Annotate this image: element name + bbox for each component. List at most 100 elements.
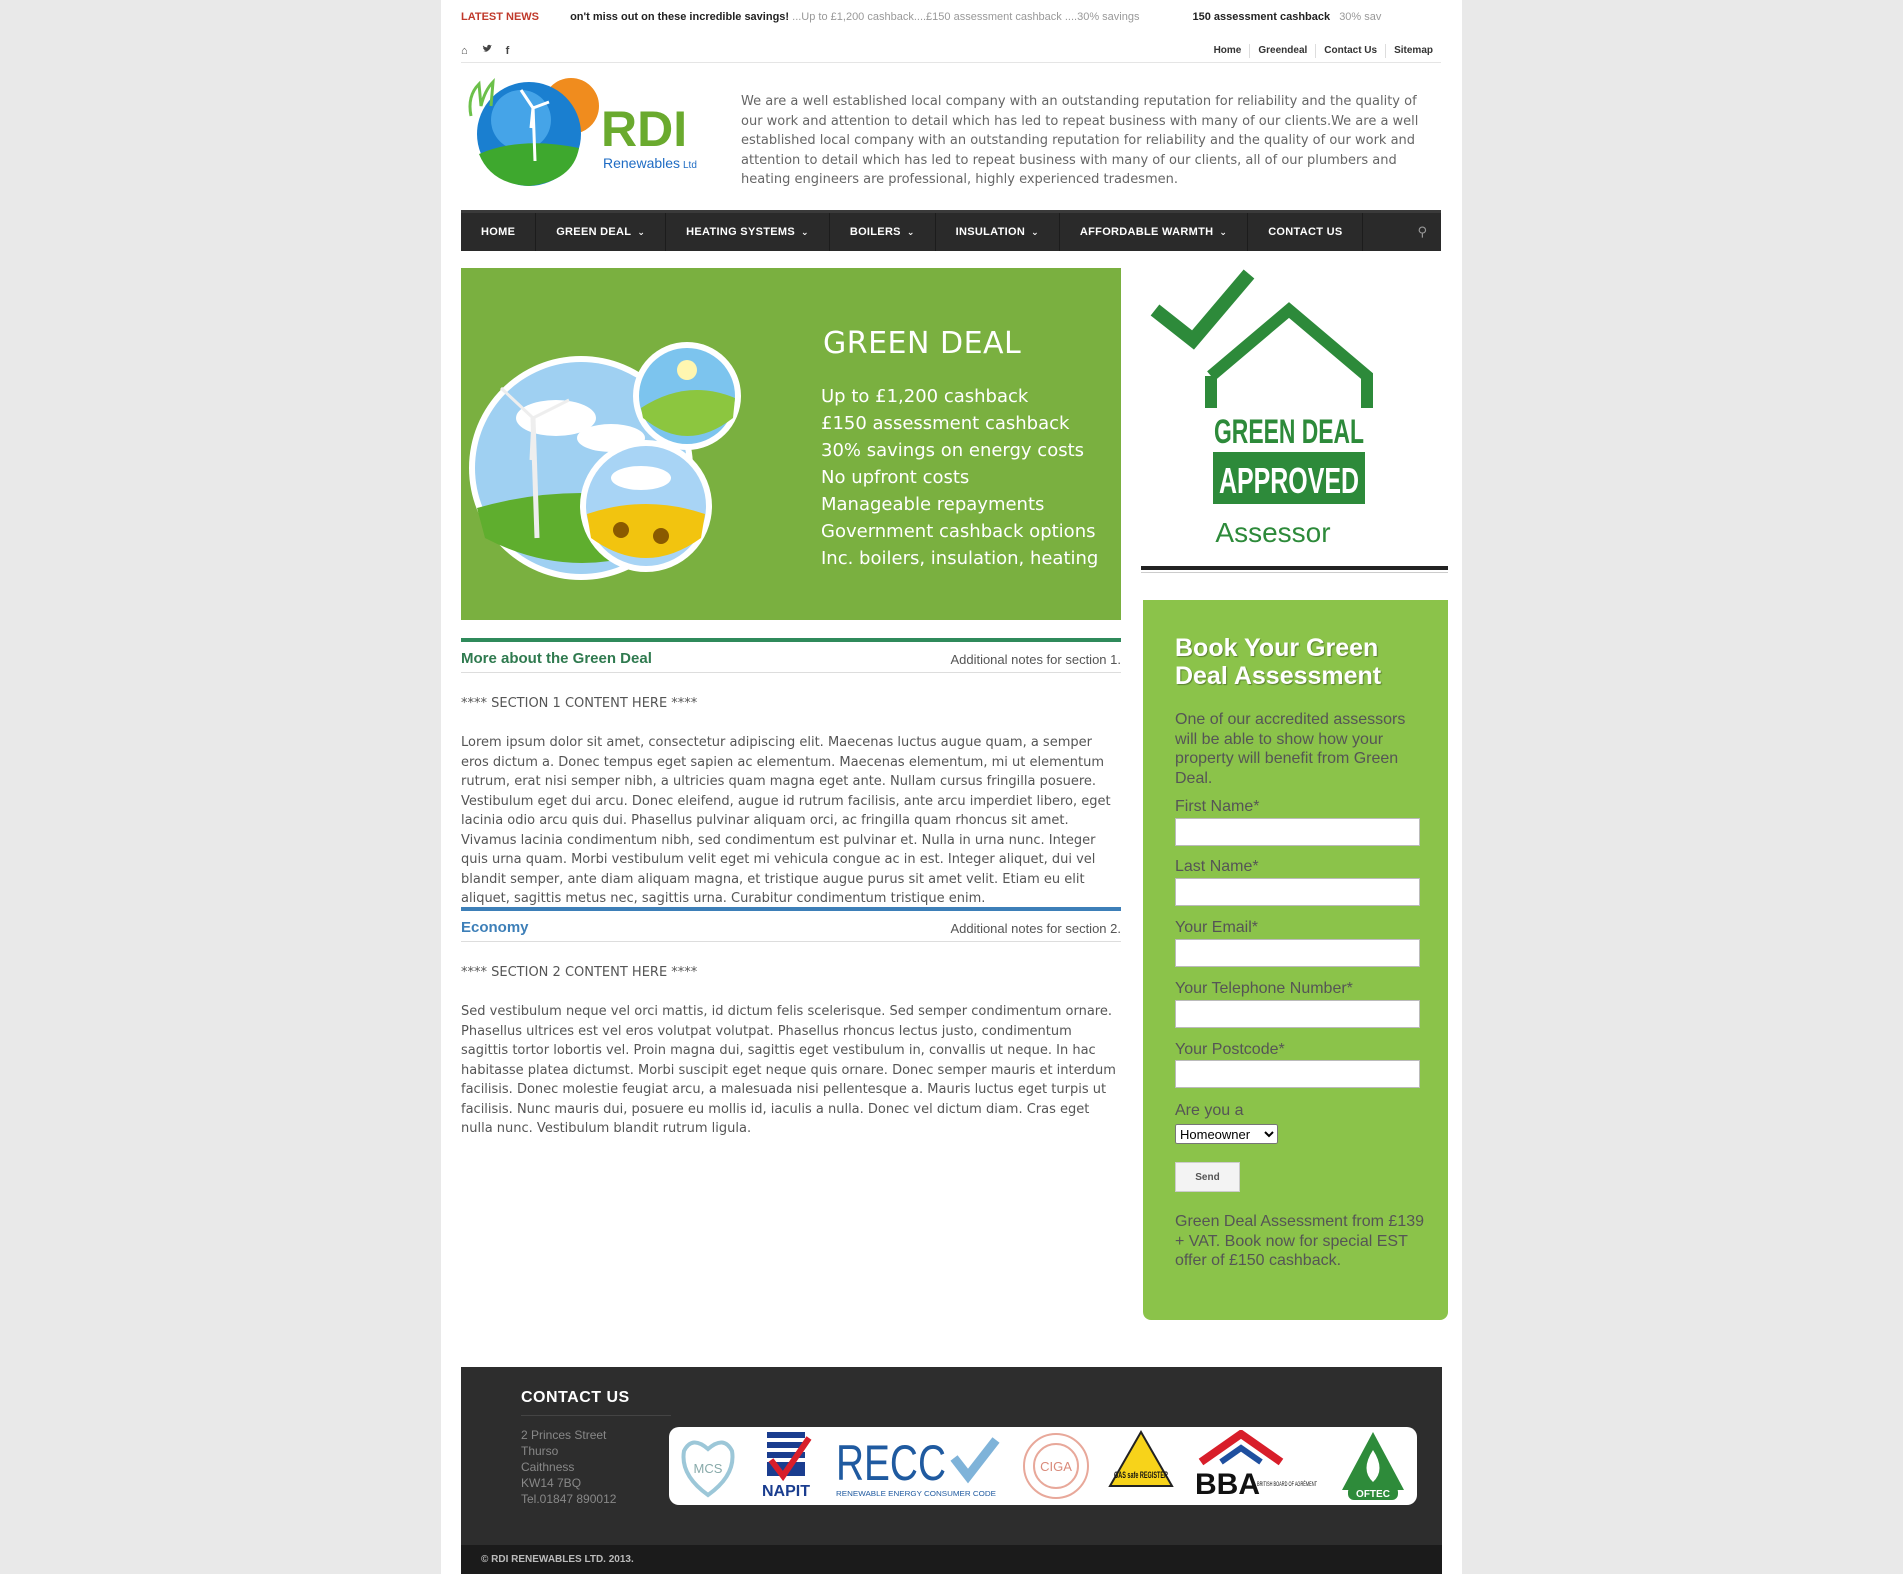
section-header: Economy Additional notes for section 2. bbox=[461, 907, 1121, 942]
form-title: Book Your Green Deal Assessment bbox=[1175, 634, 1382, 690]
first-name-field[interactable] bbox=[1175, 818, 1420, 846]
site-logo[interactable]: RDI Renewables Ltd bbox=[461, 76, 731, 194]
section-header: More about the Green Deal Additional not… bbox=[461, 638, 1121, 673]
section-note: Additional notes for section 2. bbox=[950, 921, 1121, 936]
nav-item-green-deal[interactable]: GREEN DEAL ⌄ bbox=[536, 213, 667, 251]
section-placeholder: **** SECTION 2 CONTENT HERE **** bbox=[461, 965, 698, 980]
oftec-logo: OFTEC bbox=[1342, 1432, 1405, 1500]
ticker-item-rest: 30% sav bbox=[1339, 11, 1382, 23]
footer-title: CONTACT US bbox=[521, 1389, 630, 1406]
chevron-down-icon: ⌄ bbox=[906, 227, 915, 237]
intro-text: We are a well established local company … bbox=[741, 94, 1419, 187]
page: LATEST NEWS on't miss out on these incre… bbox=[441, 0, 1462, 1574]
svg-text:GAS safe REGISTER: GAS safe REGISTER bbox=[1114, 1470, 1168, 1480]
booking-form: Book Your Green Deal Assessment One of o… bbox=[1143, 600, 1448, 1320]
chevron-down-icon: ⌄ bbox=[1219, 227, 1228, 237]
toplink-contact[interactable]: Contact Us bbox=[1315, 44, 1385, 58]
telephone-field[interactable] bbox=[1175, 1000, 1420, 1028]
green-deal-approved-badge: GREEN DEAL APPROVED Assessor bbox=[1141, 268, 1441, 558]
divider bbox=[1141, 566, 1448, 570]
email-field[interactable] bbox=[1175, 939, 1420, 967]
banner-points: Up to £1,200 cashback £150 assessment ca… bbox=[821, 383, 1098, 572]
send-button[interactable]: Send bbox=[1175, 1162, 1240, 1192]
footer-address: 2 Princes Street Thurso Caithness KW14 7… bbox=[521, 1427, 616, 1507]
logo-globe-icon: RDI Renewables Ltd bbox=[468, 78, 697, 186]
section-title: More about the Green Deal bbox=[461, 650, 652, 667]
last-name-field[interactable] bbox=[1175, 878, 1420, 906]
twitter-icon[interactable] bbox=[482, 44, 492, 58]
first-name-label: First Name* bbox=[1175, 798, 1260, 815]
nav-item-boilers[interactable]: BOILERS ⌄ bbox=[830, 213, 936, 251]
toplink-sitemap[interactable]: Sitemap bbox=[1385, 44, 1441, 58]
form-footer-text: Green Deal Assessment from £139 + VAT. B… bbox=[1175, 1213, 1425, 1269]
email-label: Your Email* bbox=[1175, 919, 1259, 936]
postcode-label: Your Postcode* bbox=[1175, 1041, 1285, 1058]
address-line: Tel.01847 890012 bbox=[521, 1492, 617, 1506]
copyright-text: © RDI RENEWABLES LTD. 2013. bbox=[481, 1554, 634, 1565]
svg-text:Renewables: Renewables bbox=[603, 155, 680, 171]
address-line: KW14 7BQ bbox=[521, 1476, 582, 1490]
address-line: Caithness bbox=[521, 1460, 575, 1474]
banner-point: £150 assessment cashback bbox=[821, 413, 1070, 434]
main-nav: HOME GREEN DEAL ⌄ HEATING SYSTEMS ⌄ BOILER… bbox=[461, 210, 1441, 251]
social-links: ⌂ f bbox=[461, 44, 509, 58]
gas-safe-logo: GAS safe REGISTER bbox=[1108, 1430, 1174, 1487]
facebook-icon[interactable]: f bbox=[506, 44, 510, 58]
banner-point: No upfront costs bbox=[821, 467, 970, 488]
section-title: Economy bbox=[461, 919, 529, 936]
svg-text:APPROVED: APPROVED bbox=[1219, 460, 1359, 501]
nav-item-insulation[interactable]: INSULATION ⌄ bbox=[936, 213, 1060, 251]
svg-text:GREEN DEAL: GREEN DEAL bbox=[1214, 413, 1364, 451]
bba-logo: BBA BRITISH BOARD OF AGRÉMENT bbox=[1195, 1430, 1317, 1501]
customer-type-label: Are you a bbox=[1175, 1102, 1244, 1119]
svg-text:BBA: BBA bbox=[1195, 1468, 1260, 1501]
house-check-icon: GREEN DEAL APPROVED Assessor bbox=[1150, 269, 1373, 548]
search-icon[interactable]: ⚲ bbox=[1417, 213, 1427, 251]
nav-item-affordable-warmth[interactable]: AFFORDABLE WARMTH ⌄ bbox=[1060, 213, 1249, 251]
top-links: Home Greendeal Contact Us Sitemap bbox=[1206, 44, 1441, 58]
banner-point: Manageable repayments bbox=[821, 494, 1045, 515]
chevron-down-icon: ⌄ bbox=[1031, 227, 1039, 237]
banner-title: GREEN DEAL bbox=[823, 326, 1022, 361]
banner-point: Government cashback options bbox=[821, 521, 1096, 542]
news-ticker: LATEST NEWS on't miss out on these incre… bbox=[461, 6, 1441, 28]
postcode-field[interactable] bbox=[1175, 1060, 1420, 1088]
section-body: Sed vestibulum neque vel orci mattis, id… bbox=[461, 1004, 1116, 1136]
svg-text:CIGA: CIGA bbox=[1040, 1459, 1072, 1474]
recc-logo: RECC RENEWABLE ENERGY CONSUMER CODE bbox=[836, 1435, 1000, 1498]
ciga-logo: CIGA bbox=[1022, 1433, 1089, 1499]
banner-point: 30% savings on energy costs bbox=[821, 440, 1085, 461]
section-body: Lorem ipsum dolor sit amet, consectetur … bbox=[461, 735, 1111, 906]
banner-point: Inc. boilers, insulation, heating bbox=[821, 548, 1099, 569]
divider bbox=[1141, 572, 1448, 573]
svg-text:RECC: RECC bbox=[836, 1435, 946, 1491]
toplink-greendeal[interactable]: Greendeal bbox=[1249, 44, 1315, 58]
nav-item-heating-systems[interactable]: HEATING SYSTEMS ⌄ bbox=[666, 213, 830, 251]
svg-text:BRITISH BOARD OF AGRÉMENT: BRITISH BOARD OF AGRÉMENT bbox=[1257, 1481, 1317, 1488]
banner-point: Up to £1,200 cashback bbox=[821, 386, 1029, 407]
toplink-home[interactable]: Home bbox=[1206, 44, 1250, 58]
svg-text:OFTEC: OFTEC bbox=[1356, 1489, 1390, 1500]
customer-type-select[interactable]: Homeowner bbox=[1175, 1124, 1278, 1144]
ticker-label: LATEST NEWS bbox=[461, 11, 540, 23]
nav-item-home[interactable]: HOME bbox=[461, 213, 537, 251]
nav-item-contact-us[interactable]: CONTACT US bbox=[1248, 213, 1364, 251]
svg-text:RENEWABLE ENERGY CONSUMER CODE: RENEWABLE ENERGY CONSUMER CODE bbox=[836, 1491, 996, 1498]
accreditation-logos: MCS NAPIT RECC RENEWABLE ENERGY CONSUMER… bbox=[669, 1427, 1417, 1505]
ticker-item[interactable]: on't miss out on these incredible saving… bbox=[570, 11, 789, 23]
telephone-label: Your Telephone Number* bbox=[1175, 980, 1353, 997]
ticker-item-rest: ...Up to £1,200 cashback....£150 assessm… bbox=[792, 11, 1140, 23]
home-icon[interactable]: ⌂ bbox=[461, 44, 468, 58]
section-placeholder: **** SECTION 1 CONTENT HERE **** bbox=[461, 696, 698, 711]
svg-text:NAPIT: NAPIT bbox=[762, 1483, 810, 1500]
banner-image bbox=[469, 342, 741, 580]
napit-logo: NAPIT bbox=[762, 1432, 812, 1500]
footer: CONTACT US 2 Princes Street Thurso Caith… bbox=[461, 1367, 1442, 1545]
green-deal-banner[interactable]: GREEN DEAL Up to £1,200 cashback £150 as… bbox=[461, 268, 1121, 620]
svg-text:Ltd: Ltd bbox=[683, 160, 697, 171]
form-description: One of our accredited assessors will be … bbox=[1175, 711, 1406, 787]
mcs-logo: MCS bbox=[681, 1440, 735, 1498]
chevron-down-icon: ⌄ bbox=[637, 227, 646, 237]
logo-text: RDI bbox=[601, 101, 687, 157]
ticker-item[interactable]: 150 assessment cashback bbox=[1193, 11, 1331, 23]
